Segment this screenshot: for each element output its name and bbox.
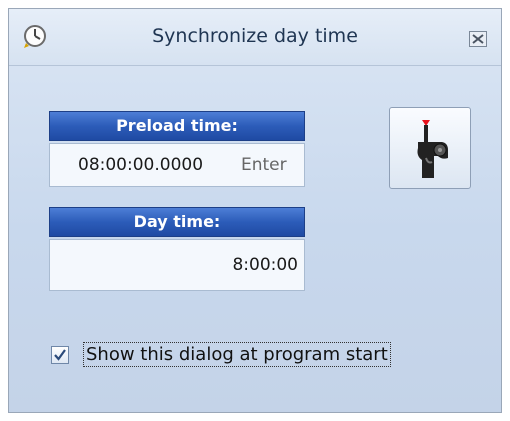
show-at-start-label[interactable]: Show this dialog at program start [83,342,391,367]
preload-time-value: 08:00:00.0000 [78,155,204,175]
day-time-value: 8:00:00 [232,255,298,275]
dialog-title: Synchronize day time [152,25,358,47]
title-bar: Synchronize day time [9,9,501,66]
day-time-field[interactable]: 8:00:00 [49,239,305,291]
close-button[interactable] [469,31,487,47]
close-icon [469,31,487,47]
day-time-header: Day time: [49,207,305,237]
starter-pistol-icon [417,120,448,178]
synchronize-button[interactable] [389,107,471,189]
show-at-start-checkbox[interactable] [51,346,69,364]
sync-dialog: Synchronize day time Preload time: 08:00… [8,8,502,413]
preload-time-header: Preload time: [49,111,305,141]
checkmark-icon [54,349,66,361]
preload-enter-hint: Enter [241,155,287,175]
preload-time-field[interactable]: 08:00:00.0000 Enter [49,143,305,187]
